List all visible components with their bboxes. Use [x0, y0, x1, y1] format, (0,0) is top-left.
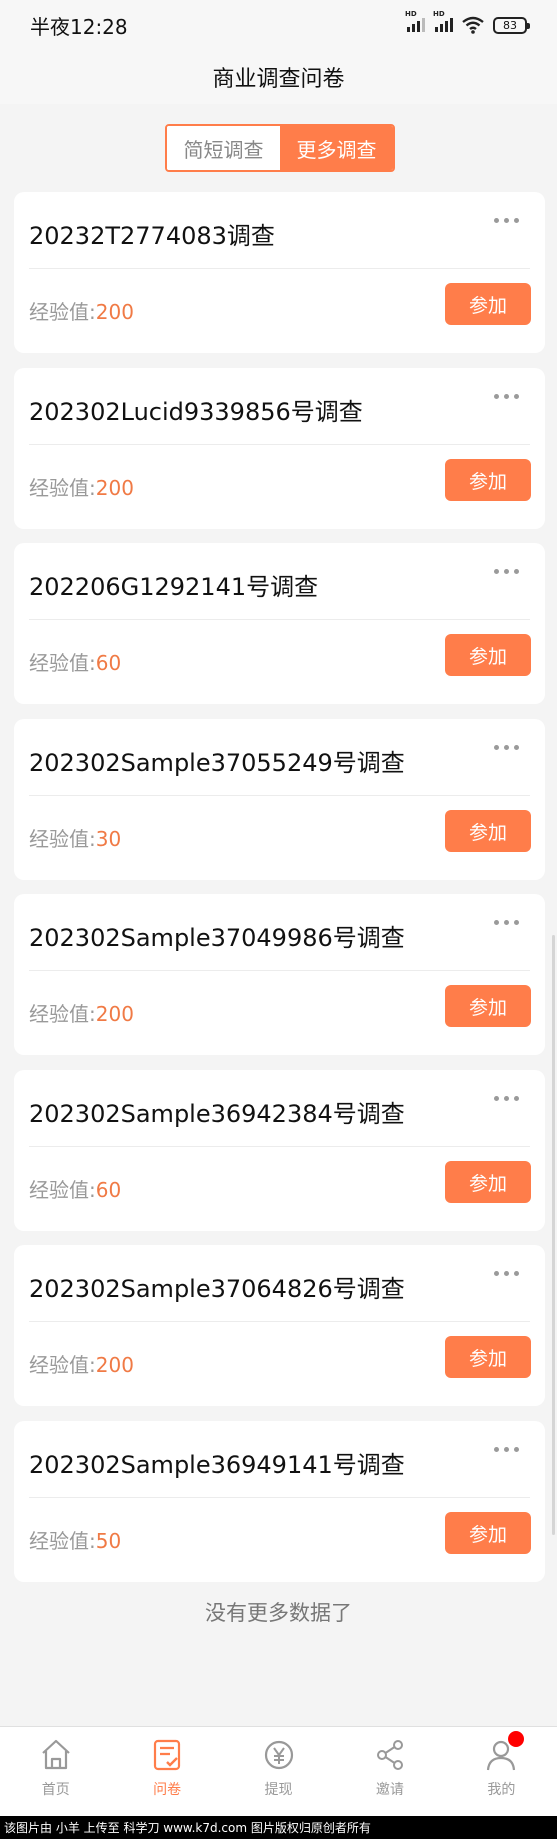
experience-label: 经验值: — [29, 1002, 96, 1026]
wifi-icon — [462, 16, 484, 34]
experience-info: 经验值:200 — [29, 472, 134, 501]
survey-card[interactable]: 202302Sample37055249号调查 经验值:30 参加 — [14, 719, 545, 880]
experience-value: 200 — [95, 1353, 134, 1377]
tab-invite[interactable]: 邀请 — [334, 1727, 445, 1816]
join-button[interactable]: 参加 — [445, 1336, 531, 1378]
survey-title: 202206G1292141号调查 — [29, 573, 319, 601]
survey-card[interactable]: 202302Lucid9339856号调查 经验值:200 参加 — [14, 368, 545, 529]
list-end-text: 没有更多数据了 — [205, 1601, 352, 1625]
tab-survey[interactable]: 问卷 — [111, 1727, 222, 1816]
tab-withdraw[interactable]: 提现 — [223, 1727, 334, 1816]
experience-info: 经验值:60 — [29, 1174, 121, 1203]
divider — [29, 444, 530, 445]
tab-short-survey[interactable]: 简短调查 — [167, 126, 280, 170]
experience-info: 经验值:200 — [29, 1349, 134, 1378]
divider — [29, 795, 530, 796]
more-options-icon[interactable] — [494, 218, 519, 223]
experience-label: 经验值: — [29, 476, 96, 500]
join-button[interactable]: 参加 — [445, 459, 531, 501]
share-icon — [376, 1740, 403, 1770]
experience-value: 60 — [95, 651, 122, 675]
home-icon — [41, 1739, 70, 1770]
status-bar: 半夜12:28 HD HD 83 — [0, 0, 557, 50]
battery-icon: 83 — [493, 16, 530, 34]
survey-card[interactable]: 202302Sample37064826号调查 经验值:200 参加 — [14, 1245, 545, 1406]
more-options-icon[interactable] — [494, 745, 519, 750]
tab-mine[interactable]: 我的 — [446, 1727, 557, 1816]
experience-label: 经验值: — [29, 651, 96, 675]
tab-home-label: 首页 — [41, 1782, 70, 1798]
survey-card[interactable]: 20232T2774083调查 经验值:200 参加 — [14, 192, 545, 353]
experience-value: 60 — [95, 1178, 122, 1202]
divider — [29, 1321, 530, 1322]
signal-icon-2: HD — [433, 10, 453, 32]
more-options-icon[interactable] — [494, 1096, 519, 1101]
join-button[interactable]: 参加 — [445, 1512, 531, 1554]
experience-label: 经验值: — [29, 827, 96, 851]
more-options-icon[interactable] — [494, 1271, 519, 1276]
tab-more-survey[interactable]: 更多调查 — [280, 126, 393, 170]
divider — [29, 619, 530, 620]
survey-card[interactable]: 202302Sample36949141号调查 经验值:50 参加 — [14, 1421, 545, 1582]
survey-title: 202302Sample36949141号调查 — [29, 1451, 405, 1479]
more-options-icon[interactable] — [494, 1447, 519, 1452]
survey-title: 202302Lucid9339856号调查 — [29, 398, 363, 426]
experience-value: 30 — [95, 827, 122, 851]
experience-label: 经验值: — [29, 300, 96, 324]
tab-survey-label: 问卷 — [153, 1782, 182, 1798]
experience-value: 200 — [95, 476, 134, 500]
notification-badge — [507, 1731, 524, 1747]
join-button[interactable]: 参加 — [445, 634, 531, 676]
experience-value: 50 — [95, 1529, 122, 1553]
experience-info: 经验值:30 — [29, 823, 121, 852]
join-button[interactable]: 参加 — [445, 985, 531, 1027]
join-button[interactable]: 参加 — [445, 1161, 531, 1203]
survey-title: 20232T2774083调查 — [29, 222, 275, 250]
experience-info: 经验值:200 — [29, 296, 134, 325]
divider — [29, 268, 530, 269]
join-button[interactable]: 参加 — [445, 283, 531, 325]
experience-info: 经验值:60 — [29, 647, 121, 676]
experience-info: 经验值:200 — [29, 998, 134, 1027]
experience-label: 经验值: — [29, 1178, 96, 1202]
join-button[interactable]: 参加 — [445, 810, 531, 852]
tab-mine-label: 我的 — [487, 1782, 516, 1798]
yen-icon — [264, 1740, 293, 1770]
experience-value: 200 — [95, 300, 134, 324]
survey-icon — [154, 1739, 181, 1771]
tab-invite-label: 邀请 — [375, 1782, 404, 1798]
experience-value: 200 — [95, 1002, 134, 1026]
survey-card[interactable]: 202302Sample36942384号调查 经验值:60 参加 — [14, 1070, 545, 1231]
survey-card[interactable]: 202302Sample37049986号调查 经验值:200 参加 — [14, 894, 545, 1055]
divider — [29, 1146, 530, 1147]
signal-icon: HD — [405, 10, 425, 32]
survey-title: 202302Sample37049986号调查 — [29, 924, 405, 952]
experience-label: 经验值: — [29, 1353, 96, 1377]
scrollbar[interactable] — [552, 935, 555, 1535]
divider — [29, 970, 530, 971]
bottom-tab-bar: 首页 问卷 提现 邀请 我的 — [0, 1726, 557, 1816]
tab-withdraw-label: 提现 — [264, 1782, 293, 1798]
status-time: 半夜12:28 — [30, 14, 128, 39]
survey-type-switch: 简短调查 更多调查 — [165, 124, 395, 172]
survey-title: 202302Sample36942384号调查 — [29, 1100, 405, 1128]
divider — [29, 1497, 530, 1498]
experience-info: 经验值:50 — [29, 1525, 121, 1554]
battery-level: 83 — [503, 18, 517, 32]
page-title: 商业调查问卷 — [0, 50, 557, 104]
watermark-footer: 该图片由 小羊 上传至 科学刀 www.k7d.com 图片版权归原创者所有 — [0, 1816, 557, 1839]
more-options-icon[interactable] — [494, 394, 519, 399]
tab-home[interactable]: 首页 — [0, 1727, 111, 1816]
more-options-icon[interactable] — [494, 920, 519, 925]
survey-title: 202302Sample37064826号调查 — [29, 1275, 405, 1303]
more-options-icon[interactable] — [494, 569, 519, 574]
status-icons: HD HD 83 — [405, 10, 530, 34]
survey-card[interactable]: 202206G1292141号调查 经验值:60 参加 — [14, 543, 545, 704]
experience-label: 经验值: — [29, 1529, 96, 1553]
survey-title: 202302Sample37055249号调查 — [29, 749, 405, 777]
